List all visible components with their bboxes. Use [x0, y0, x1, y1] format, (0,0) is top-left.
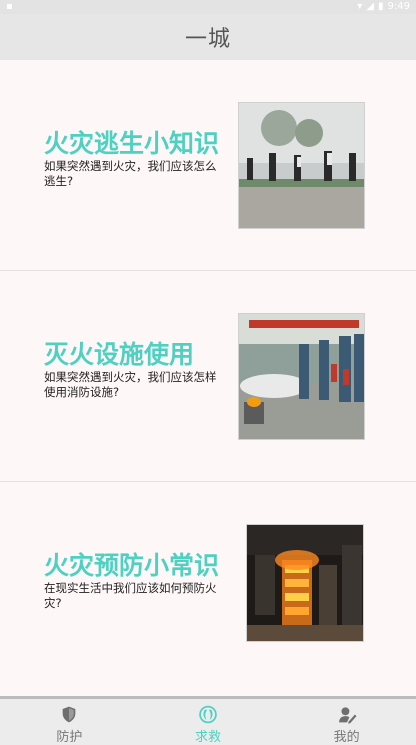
battery-icon: ▮ [378, 1, 384, 12]
card-description: 在现实生活中我们应该如何预防火灾? [44, 581, 217, 610]
card-description: 如果突然遇到火灾，我们应该怎么逃生? [44, 159, 217, 188]
nav-label: 防护 [56, 730, 83, 745]
fire-escape-drill-image [238, 102, 365, 229]
status-bar: ▪ ▾ ◢ ▮ 9:49 [0, 0, 416, 14]
building-fire-image [246, 524, 364, 642]
shield-icon [62, 706, 76, 723]
bottom-nav: 防护 求救 我的 [0, 696, 416, 745]
page-title: 一城 [184, 27, 231, 52]
nav-label: 求救 [195, 730, 222, 745]
card-fire-prevention[interactable]: 火灾预防小常识 在现实生活中我们应该如何预防火灾? [0, 482, 416, 692]
content-list: 火灾逃生小知识 如果突然遇到火灾，我们应该怎么逃生? 灭火设施使用 如果突然遇到… [0, 60, 416, 696]
card-title: 火灾逃生小知识 [44, 129, 220, 158]
notification-icon: ▪ [6, 1, 13, 12]
extinguisher-drill-image [238, 313, 365, 440]
help-icon [199, 705, 217, 724]
status-icons: ▾ ◢ ▮ 9:49 [357, 1, 410, 12]
nav-item-profile[interactable]: 我的 [277, 699, 416, 745]
card-title: 火灾预防小常识 [44, 551, 220, 580]
app-bar: 一城 [0, 14, 416, 60]
signal-icon: ◢ [366, 1, 375, 12]
card-fire-escape[interactable]: 火灾逃生小知识 如果突然遇到火灾，我们应该怎么逃生? [0, 60, 416, 271]
card-title: 灭火设施使用 [44, 340, 195, 369]
status-time: 9:49 [387, 1, 410, 12]
nav-item-help[interactable]: 求救 [139, 699, 278, 745]
wifi-icon: ▾ [357, 1, 363, 12]
card-description: 如果突然遇到火灾，我们应该怎样使用消防设施? [44, 370, 217, 399]
profile-edit-icon [338, 707, 357, 724]
nav-label: 我的 [333, 730, 360, 745]
nav-item-protect[interactable]: 防护 [0, 699, 139, 745]
card-extinguisher-use[interactable]: 灭火设施使用 如果突然遇到火灾，我们应该怎样使用消防设施? [0, 271, 416, 482]
